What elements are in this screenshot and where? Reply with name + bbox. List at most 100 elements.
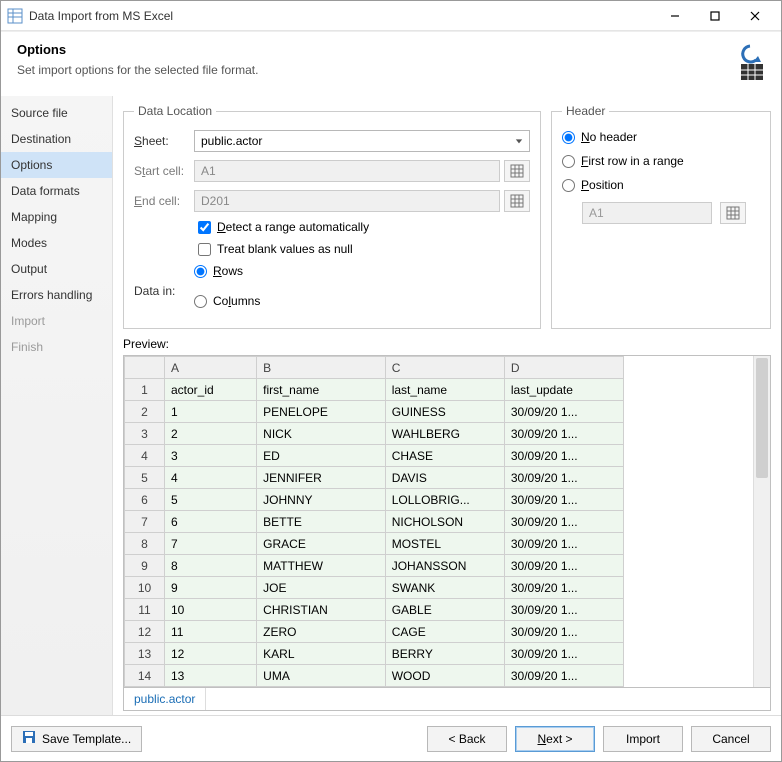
- first-row-radio[interactable]: [562, 155, 575, 168]
- sidebar-item-destination[interactable]: Destination: [1, 126, 112, 152]
- cell[interactable]: 6: [165, 511, 257, 533]
- close-button[interactable]: [735, 4, 775, 28]
- cell[interactable]: CHRISTIAN: [257, 599, 386, 621]
- minimize-button[interactable]: [655, 4, 695, 28]
- cell[interactable]: last_name: [385, 379, 504, 401]
- sheet-combo[interactable]: public.actor: [194, 130, 530, 152]
- cell[interactable]: MATTHEW: [257, 555, 386, 577]
- cell[interactable]: CHASE: [385, 445, 504, 467]
- cell[interactable]: ED: [257, 445, 386, 467]
- cell[interactable]: MOSTEL: [385, 533, 504, 555]
- cell[interactable]: LOLLOBRIG...: [385, 489, 504, 511]
- cell[interactable]: 30/09/20 1...: [504, 533, 623, 555]
- cell[interactable]: UMA: [257, 665, 386, 687]
- cell[interactable]: 30/09/20 1...: [504, 621, 623, 643]
- cell[interactable]: 12: [165, 643, 257, 665]
- cell[interactable]: 9: [165, 577, 257, 599]
- table-row[interactable]: 1actor_idfirst_namelast_namelast_update: [125, 379, 624, 401]
- sheet-tab[interactable]: public.actor: [124, 688, 206, 710]
- cell[interactable]: NICK: [257, 423, 386, 445]
- cell[interactable]: DAVIS: [385, 467, 504, 489]
- cell[interactable]: 30/09/20 1...: [504, 423, 623, 445]
- cell[interactable]: KARL: [257, 643, 386, 665]
- cell[interactable]: 30/09/20 1...: [504, 599, 623, 621]
- treat-blank-checkbox[interactable]: [198, 243, 211, 256]
- sidebar-item-options[interactable]: Options: [1, 152, 112, 178]
- cell[interactable]: 30/09/20 1...: [504, 445, 623, 467]
- sidebar-item-source-file[interactable]: Source file: [1, 100, 112, 126]
- table-row[interactable]: 65JOHNNYLOLLOBRIG...30/09/20 1...: [125, 489, 624, 511]
- cell[interactable]: PENELOPE: [257, 401, 386, 423]
- sidebar-item-modes[interactable]: Modes: [1, 230, 112, 256]
- cell[interactable]: GUINESS: [385, 401, 504, 423]
- table-row[interactable]: 87GRACEMOSTEL30/09/20 1...: [125, 533, 624, 555]
- cell[interactable]: CAGE: [385, 621, 504, 643]
- cell[interactable]: 3: [165, 445, 257, 467]
- table-row[interactable]: 109JOESWANK30/09/20 1...: [125, 577, 624, 599]
- cell[interactable]: BETTE: [257, 511, 386, 533]
- cell[interactable]: JOHANSSON: [385, 555, 504, 577]
- sidebar-item-mapping[interactable]: Mapping: [1, 204, 112, 230]
- end-cell-picker-button[interactable]: [504, 190, 530, 212]
- cell[interactable]: SWANK: [385, 577, 504, 599]
- start-cell-picker-button[interactable]: [504, 160, 530, 182]
- cell[interactable]: WAHLBERG: [385, 423, 504, 445]
- cell[interactable]: JOE: [257, 577, 386, 599]
- back-button[interactable]: < Back: [427, 726, 507, 752]
- cell[interactable]: JENNIFER: [257, 467, 386, 489]
- cell[interactable]: ZERO: [257, 621, 386, 643]
- cell[interactable]: JOHNNY: [257, 489, 386, 511]
- table-row[interactable]: 32NICKWAHLBERG30/09/20 1...: [125, 423, 624, 445]
- cell[interactable]: 13: [165, 665, 257, 687]
- cell[interactable]: 30/09/20 1...: [504, 665, 623, 687]
- cell[interactable]: 1: [165, 401, 257, 423]
- table-row[interactable]: 21PENELOPEGUINESS30/09/20 1...: [125, 401, 624, 423]
- table-row[interactable]: 1312KARLBERRY30/09/20 1...: [125, 643, 624, 665]
- cell[interactable]: GRACE: [257, 533, 386, 555]
- import-button[interactable]: Import: [603, 726, 683, 752]
- table-row[interactable]: 54JENNIFERDAVIS30/09/20 1...: [125, 467, 624, 489]
- cell[interactable]: 30/09/20 1...: [504, 467, 623, 489]
- table-row[interactable]: 1110CHRISTIANGABLE30/09/20 1...: [125, 599, 624, 621]
- cell[interactable]: 2: [165, 423, 257, 445]
- cell[interactable]: 5: [165, 489, 257, 511]
- table-row[interactable]: 98MATTHEWJOHANSSON30/09/20 1...: [125, 555, 624, 577]
- cell[interactable]: 30/09/20 1...: [504, 489, 623, 511]
- cell[interactable]: 4: [165, 467, 257, 489]
- sidebar-item-output[interactable]: Output: [1, 256, 112, 282]
- cell[interactable]: first_name: [257, 379, 386, 401]
- detect-range-checkbox[interactable]: [198, 221, 211, 234]
- table-row[interactable]: 1413UMAWOOD30/09/20 1...: [125, 665, 624, 687]
- cell[interactable]: GABLE: [385, 599, 504, 621]
- cancel-button[interactable]: Cancel: [691, 726, 771, 752]
- no-header-radio[interactable]: [562, 131, 575, 144]
- cell[interactable]: 30/09/20 1...: [504, 511, 623, 533]
- sidebar-item-data-formats[interactable]: Data formats: [1, 178, 112, 204]
- data-in-rows-radio[interactable]: [194, 265, 207, 278]
- cell[interactable]: NICHOLSON: [385, 511, 504, 533]
- cell[interactable]: 8: [165, 555, 257, 577]
- table-row[interactable]: 1211ZEROCAGE30/09/20 1...: [125, 621, 624, 643]
- position-radio[interactable]: [562, 179, 575, 192]
- scrollbar-vertical[interactable]: [753, 356, 770, 687]
- sidebar-item-errors-handling[interactable]: Errors handling: [1, 282, 112, 308]
- cell[interactable]: actor_id: [165, 379, 257, 401]
- table-row[interactable]: 76BETTENICHOLSON30/09/20 1...: [125, 511, 624, 533]
- cell[interactable]: 30/09/20 1...: [504, 555, 623, 577]
- maximize-button[interactable]: [695, 4, 735, 28]
- next-button[interactable]: Next >: [515, 726, 595, 752]
- cell[interactable]: 11: [165, 621, 257, 643]
- data-in-columns-radio[interactable]: [194, 295, 207, 308]
- cell[interactable]: 30/09/20 1...: [504, 643, 623, 665]
- scrollbar-thumb[interactable]: [756, 358, 768, 478]
- cell[interactable]: 7: [165, 533, 257, 555]
- table-row[interactable]: 43EDCHASE30/09/20 1...: [125, 445, 624, 467]
- cell[interactable]: last_update: [504, 379, 623, 401]
- cell[interactable]: WOOD: [385, 665, 504, 687]
- cell[interactable]: 30/09/20 1...: [504, 401, 623, 423]
- position-picker-button[interactable]: [720, 202, 746, 224]
- cell[interactable]: 30/09/20 1...: [504, 577, 623, 599]
- cell[interactable]: 10: [165, 599, 257, 621]
- save-template-button[interactable]: Save Template...: [11, 726, 142, 752]
- cell[interactable]: BERRY: [385, 643, 504, 665]
